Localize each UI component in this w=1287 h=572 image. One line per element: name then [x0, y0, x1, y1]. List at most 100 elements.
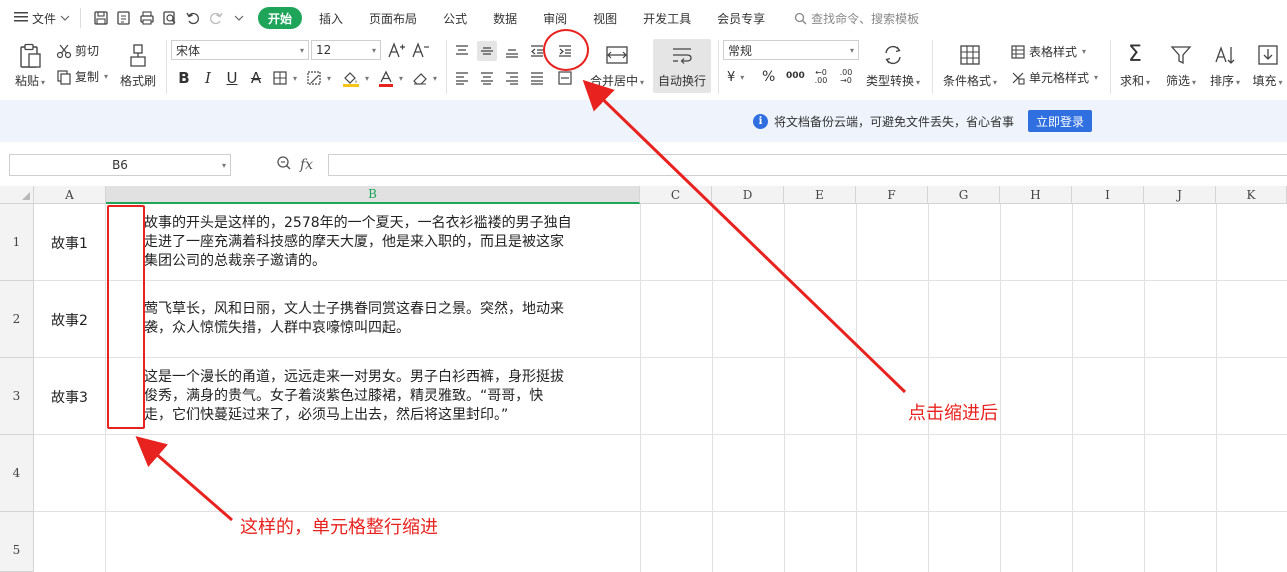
underline-button[interactable]: U [222, 68, 242, 88]
wrap-text-button[interactable]: 自动换行 [653, 39, 711, 93]
chevron-down-icon: ▾ [371, 45, 376, 55]
increase-font-button[interactable] [387, 40, 407, 60]
fill-color-button[interactable]: ▾ [342, 70, 369, 87]
row-header-5[interactable]: 5 [0, 512, 34, 572]
percent-button[interactable]: % [762, 69, 775, 85]
column-header-e[interactable]: E [784, 186, 856, 204]
column-header-f[interactable]: F [856, 186, 928, 204]
cell-text-line: 袭，众人惊慌失措，人群中哀嚎惊叫四起。 [144, 320, 410, 336]
tab-member[interactable]: 会员专享 [704, 7, 778, 29]
row-header-1[interactable]: 1 [0, 204, 34, 281]
tab-page-layout[interactable]: 页面布局 [356, 7, 430, 29]
paste-button[interactable]: 粘贴 ▾ [10, 40, 50, 92]
type-convert-button[interactable]: 类型转换 ▾ [862, 40, 924, 92]
column-header-g[interactable]: G [928, 186, 1000, 204]
cell-style-button[interactable]: 单元格样式 ▾ [1010, 69, 1098, 86]
print-preview-button[interactable] [158, 8, 181, 28]
font-size-select[interactable]: 12 ▾ [311, 40, 381, 60]
row-header-4[interactable]: 4 [0, 435, 34, 512]
clear-format-button[interactable]: ▾ [412, 70, 437, 86]
redo-button[interactable] [204, 8, 227, 28]
cell-b2[interactable]: 莺飞草长，风和日丽，文人士子携眷同赏这春日之景。突然，地动来 袭，众人惊慌失措，… [144, 300, 634, 338]
undo-button[interactable] [181, 8, 204, 28]
distributed-button[interactable] [555, 68, 575, 88]
command-search[interactable]: 查找命令、搜索模板 [794, 10, 919, 27]
print-button[interactable] [135, 8, 158, 28]
tab-developer[interactable]: 开发工具 [630, 7, 704, 29]
border-button[interactable]: ▾ [272, 70, 297, 86]
grid-line [1216, 204, 1217, 572]
column-header-i[interactable]: I [1072, 186, 1144, 204]
conditional-format-button[interactable]: 条件格式 ▾ [940, 40, 1000, 92]
sort-button[interactable]: 排序 ▾ [1204, 40, 1246, 92]
column-header-b[interactable]: B [106, 186, 640, 204]
select-all-corner[interactable] [0, 186, 34, 204]
cell-a3[interactable]: 故事3 [34, 358, 105, 435]
bold-button[interactable]: B [174, 68, 194, 88]
cell-b1[interactable]: 故事的开头是这样的，2578年的一个夏天，一名衣衫褴褛的男子独自 走进了一座充满… [144, 214, 634, 271]
fill-button[interactable]: 填充 ▾ [1248, 40, 1287, 92]
currency-button[interactable]: ¥ ▾ [727, 70, 744, 85]
cut-label: 剪切 [75, 44, 100, 58]
number-format-value: 常规 [728, 43, 753, 58]
filter-button[interactable]: 筛选 ▾ [1160, 40, 1202, 92]
sum-button[interactable]: Σ 求和 ▾ [1115, 40, 1155, 92]
cell-b3[interactable]: 这是一个漫长的甬道，远远走来一对男女。男子白衫西裤，身形挺拔 俊秀，满身的贵气。… [144, 368, 634, 425]
align-top-button[interactable] [452, 41, 472, 61]
tab-review[interactable]: 审阅 [530, 7, 580, 29]
search-placeholder: 查找命令、搜索模板 [811, 11, 920, 26]
customize-toolbar-button[interactable] [227, 8, 250, 28]
thousands-separator-button[interactable]: 000 [786, 71, 805, 81]
font-name-select[interactable]: 宋体 ▾ [171, 40, 309, 60]
cut-button[interactable]: 剪切 [56, 42, 99, 59]
login-button[interactable]: 立即登录 [1027, 110, 1092, 132]
save-button[interactable] [89, 8, 112, 28]
tab-view[interactable]: 视图 [580, 7, 630, 29]
search-icon [795, 12, 807, 24]
number-format-select[interactable]: 常规 ▾ [723, 40, 859, 60]
cell-a1[interactable]: 故事1 [34, 204, 105, 281]
name-box[interactable]: B6 ▾ [9, 154, 231, 176]
insert-function-button[interactable]: fx [300, 157, 313, 173]
tab-home[interactable]: 开始 [258, 7, 303, 29]
copy-button[interactable]: 复制 ▾ [56, 68, 108, 85]
file-menu[interactable]: 文件 [14, 10, 70, 27]
align-right-button[interactable] [502, 68, 522, 88]
row-header-2[interactable]: 2 [0, 281, 34, 358]
justify-button[interactable] [527, 68, 547, 88]
italic-button[interactable]: I [198, 68, 218, 88]
merge-center-button[interactable]: 合并居中 ▾ [588, 40, 646, 92]
column-header-c[interactable]: C [640, 186, 712, 204]
align-left-button[interactable] [452, 68, 472, 88]
increase-decimal-button[interactable]: ←0 .00 [811, 69, 831, 85]
table-style-button[interactable]: 表格样式 ▾ [1010, 43, 1086, 60]
formula-input[interactable] [328, 154, 1287, 176]
justify-icon [531, 72, 543, 85]
tab-insert[interactable]: 插入 [306, 7, 356, 29]
tab-formulas[interactable]: 公式 [430, 7, 480, 29]
strikethrough-button[interactable]: A [246, 68, 266, 88]
zoom-icon[interactable] [276, 155, 292, 174]
column-header-d[interactable]: D [712, 186, 784, 204]
row-header-3[interactable]: 3 [0, 358, 34, 435]
cell-style-label: 单元格样式 [1029, 71, 1090, 85]
align-center-button[interactable] [477, 68, 497, 88]
font-color-button[interactable]: ▾ [378, 70, 403, 87]
decrease-font-button[interactable] [411, 40, 431, 60]
column-header-j[interactable]: J [1144, 186, 1216, 204]
cell-a2[interactable]: 故事2 [34, 281, 105, 358]
column-header-k[interactable]: K [1216, 186, 1287, 204]
column-header-a[interactable]: A [34, 186, 106, 204]
decrease-decimal-button[interactable]: .00 →0 [836, 69, 856, 85]
align-bottom-button[interactable] [502, 41, 522, 61]
align-middle-button[interactable] [477, 41, 497, 61]
tab-data[interactable]: 数据 [480, 7, 530, 29]
menu-bar: 文件 开始 插入 页面布局 公式 数据 审阅 视图 开发工具 会员专享 查找命令… [0, 0, 1287, 36]
format-painter-button[interactable]: 格式刷 [116, 40, 160, 92]
export-pdf-button[interactable] [112, 8, 135, 28]
fill-pattern-button[interactable]: ▾ [306, 70, 331, 86]
convert-icon [885, 45, 901, 64]
spreadsheet-grid: A B C D E F G H I J K 1 2 3 4 5 故事1 故事2 … [0, 186, 1287, 572]
column-header-h[interactable]: H [1000, 186, 1072, 204]
wrap-text-label: 自动换行 [657, 73, 706, 88]
